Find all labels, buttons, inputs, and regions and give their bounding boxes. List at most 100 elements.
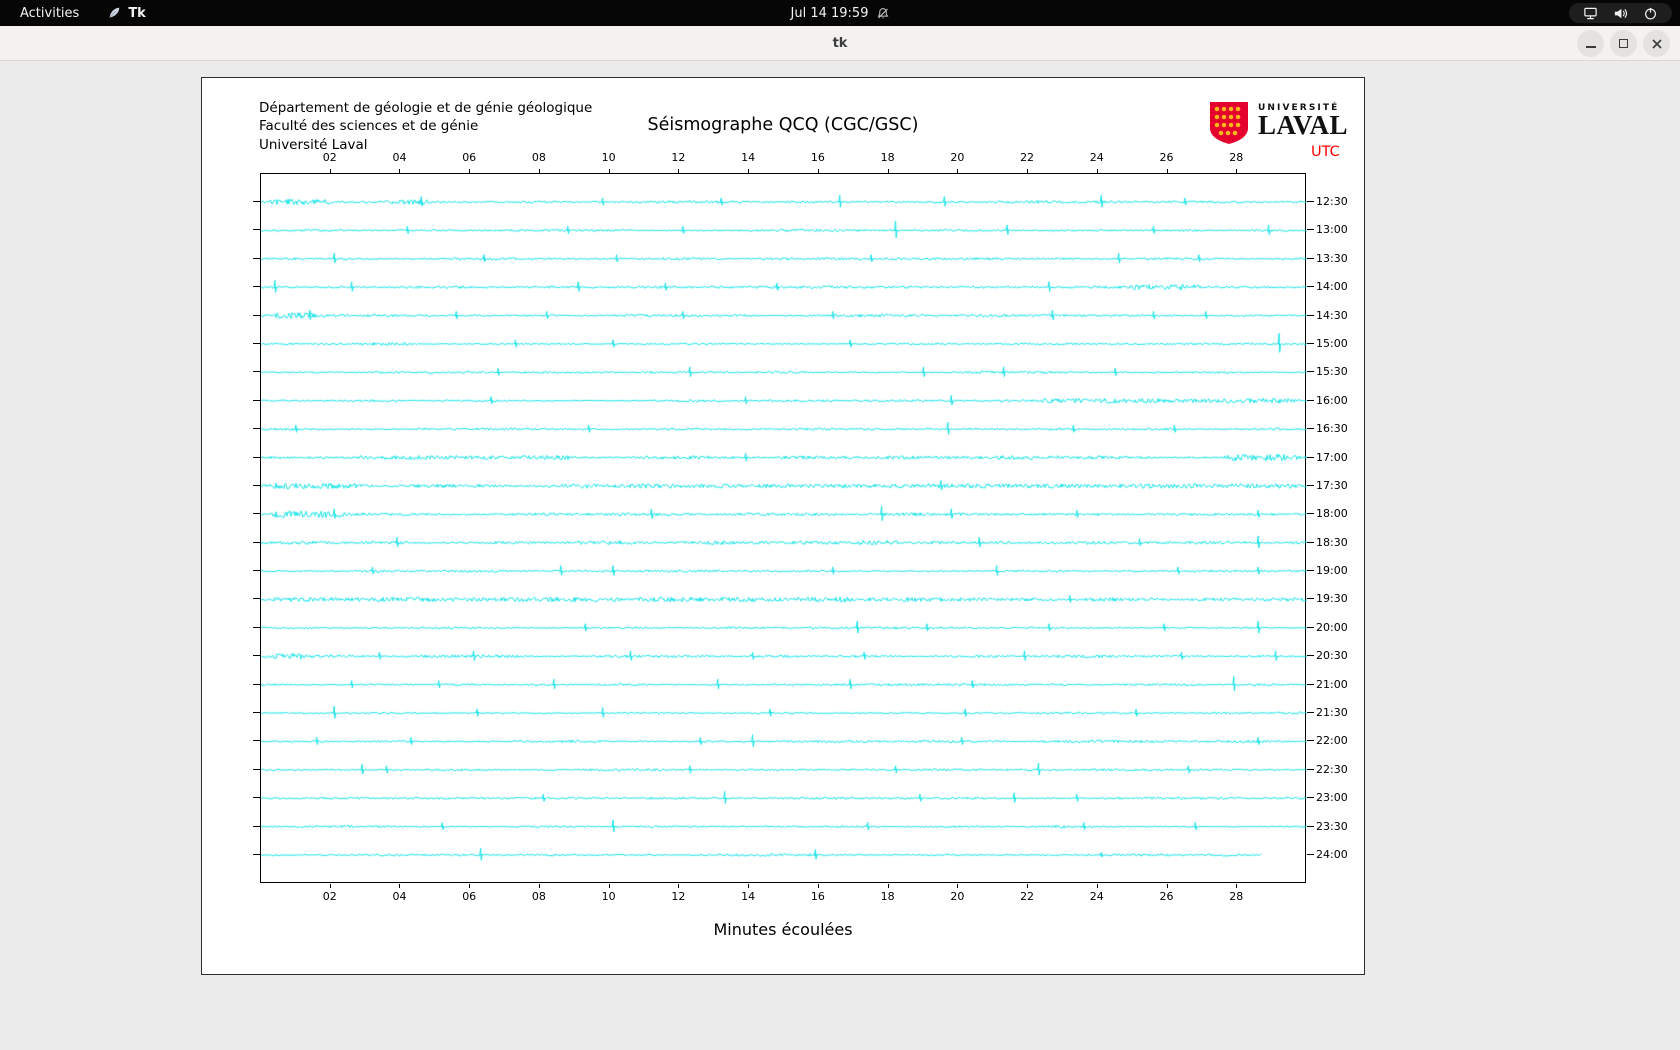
- seismograph-figure: Département de géologie et de génie géol…: [201, 77, 1365, 975]
- time-label: 16:30: [1316, 422, 1348, 436]
- trace-tick-right: [1307, 854, 1314, 855]
- trace-tick-left: [253, 428, 260, 430]
- window-titlebar[interactable]: tk: [0, 26, 1680, 61]
- x-tick-label-bottom: 06: [462, 890, 477, 903]
- trace-tick-left: [253, 655, 260, 657]
- focused-app-indicator[interactable]: Tk: [107, 6, 146, 21]
- top-bar: Activities Tk Jul 14 19:59: [0, 0, 1680, 26]
- x-tick-label-bottom: 08: [531, 890, 546, 903]
- x-tick-mark-bottom: [887, 884, 889, 888]
- trace-tick-left: [253, 286, 260, 288]
- trace-tick-left: [253, 257, 260, 259]
- system-menu[interactable]: [1569, 3, 1672, 23]
- volume-icon: [1613, 6, 1628, 21]
- network-icon: [1583, 6, 1598, 21]
- trace-tick-right: [1307, 768, 1314, 770]
- trace-tick-left: [253, 598, 260, 600]
- x-tick-label-bottom: 22: [1020, 890, 1035, 903]
- maximize-button[interactable]: [1610, 30, 1637, 57]
- trace-tick-left: [253, 683, 260, 685]
- x-tick-label-bottom: 28: [1229, 890, 1244, 903]
- x-tick-mark-bottom: [608, 884, 610, 888]
- trace-tick-right: [1307, 712, 1314, 714]
- x-tick-label-bottom: 26: [1159, 890, 1174, 903]
- x-tick-mark-bottom: [329, 884, 331, 888]
- x-tick-label-top: 28: [1229, 151, 1244, 164]
- time-label: 21:30: [1316, 706, 1348, 720]
- minimize-button[interactable]: [1577, 30, 1604, 57]
- figure-title: Séismographe QCQ (CGC/GSC): [647, 115, 919, 135]
- x-tick-label-bottom: 02: [322, 890, 337, 903]
- window-controls: [1577, 30, 1670, 57]
- time-label: 17:30: [1316, 478, 1348, 492]
- plot-area: [260, 173, 1307, 884]
- x-tick-label-bottom: 18: [880, 890, 895, 903]
- trace-tick-right: [1307, 598, 1314, 600]
- maximize-icon: [1619, 39, 1628, 48]
- clock-menu[interactable]: Jul 14 19:59: [791, 0, 890, 26]
- x-tick-label-top: 20: [950, 151, 965, 164]
- trace-tick-left: [253, 740, 260, 742]
- trace-tick-right: [1307, 342, 1314, 344]
- time-label: 14:30: [1316, 308, 1348, 322]
- trace-tick-left: [253, 626, 260, 628]
- trace-tick-left: [253, 399, 260, 401]
- trace-tick-left: [253, 513, 260, 515]
- close-button[interactable]: [1643, 30, 1670, 57]
- desktop: Activities Tk Jul 14 19:59 tk Départemen…: [0, 0, 1680, 1050]
- x-tick-mark-bottom: [678, 884, 680, 888]
- time-label: 24:00: [1316, 848, 1348, 861]
- time-label: 14:00: [1316, 280, 1348, 294]
- time-label: 18:30: [1316, 535, 1348, 549]
- time-label: 21:00: [1316, 677, 1348, 691]
- trace-tick-right: [1307, 399, 1314, 401]
- trace-tick-left: [253, 201, 260, 202]
- x-tick-mark-bottom: [1096, 884, 1098, 888]
- trace-tick-left: [253, 825, 260, 827]
- trace-tick-right: [1307, 797, 1314, 799]
- time-label: 23:00: [1316, 791, 1348, 805]
- time-label: 22:30: [1316, 762, 1348, 776]
- trace-tick-left: [253, 797, 260, 799]
- trace-tick-right: [1307, 825, 1314, 827]
- time-label: 16:00: [1316, 393, 1348, 407]
- trace-tick-left: [253, 456, 260, 458]
- x-tick-label-top: 14: [741, 151, 756, 164]
- x-tick-label-bottom: 14: [741, 890, 756, 903]
- time-label: 13:30: [1316, 251, 1348, 265]
- x-tick-label-bottom: 16: [810, 890, 825, 903]
- tk-feather-icon: [107, 6, 121, 20]
- laval-shield-icon: [1210, 102, 1248, 144]
- time-label: 23:30: [1316, 819, 1348, 833]
- trace-tick-right: [1307, 541, 1314, 543]
- trace-tick-right: [1307, 626, 1314, 628]
- utc-label: UTC: [1311, 144, 1340, 160]
- x-tick-mark-bottom: [469, 884, 471, 888]
- activities-button[interactable]: Activities: [14, 4, 85, 23]
- trace-tick-right: [1307, 570, 1314, 572]
- trace-tick-right: [1307, 257, 1314, 259]
- laval-wordmark: UNIVERSITÉ LAVAL: [1258, 100, 1348, 138]
- x-tick-label-bottom: 10: [601, 890, 616, 903]
- trace-tick-left: [253, 768, 260, 770]
- x-tick-label-top: 24: [1089, 151, 1104, 164]
- time-label: 12:30: [1316, 195, 1348, 208]
- header-line-3: Université Laval: [259, 136, 368, 153]
- x-tick-label-top: 18: [880, 151, 895, 164]
- trace-tick-left: [253, 570, 260, 572]
- bell-muted-icon: [876, 7, 889, 20]
- x-tick-label-bottom: 24: [1089, 890, 1104, 903]
- trace-tick-left: [253, 371, 260, 373]
- window-content: Département de géologie et de génie géol…: [0, 61, 1680, 1050]
- x-tick-mark-bottom: [538, 884, 540, 888]
- trace-tick-right: [1307, 201, 1314, 202]
- time-label: 17:00: [1316, 450, 1348, 464]
- x-tick-mark-bottom: [748, 884, 750, 888]
- trace-tick-right: [1307, 229, 1314, 231]
- app-name-label: Tk: [128, 5, 146, 21]
- x-tick-mark-bottom: [1236, 884, 1238, 888]
- trace-tick-right: [1307, 428, 1314, 430]
- time-label: 13:00: [1316, 223, 1348, 237]
- trace-tick-right: [1307, 371, 1314, 373]
- trace-tick-right: [1307, 456, 1314, 458]
